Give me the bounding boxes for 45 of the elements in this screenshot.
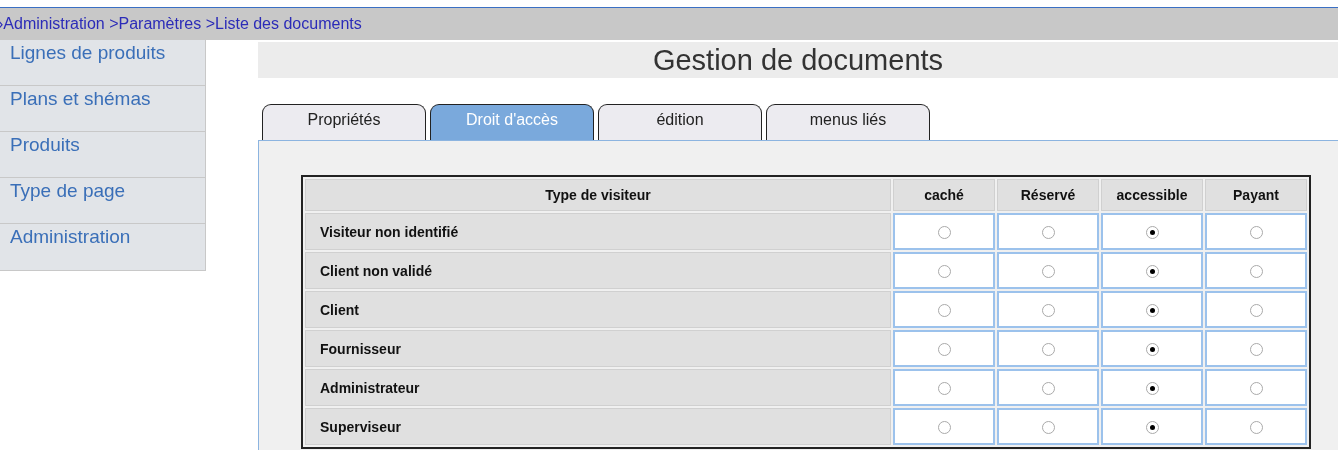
- tab[interactable]: édition: [598, 104, 762, 140]
- radio-button[interactable]: [1041, 264, 1055, 278]
- radio-button[interactable]: [1249, 342, 1263, 356]
- row-label: Client non validé: [305, 252, 891, 289]
- row-label: Superviseur: [305, 408, 891, 445]
- radio-button[interactable]: [1249, 264, 1263, 278]
- radio-button[interactable]: [1249, 303, 1263, 317]
- tab[interactable]: Droit d'accès: [430, 104, 594, 140]
- radio-button[interactable]: [1249, 420, 1263, 434]
- radio-button[interactable]: [937, 420, 951, 434]
- tab[interactable]: menus liés: [766, 104, 930, 140]
- column-header: Type de visiteur: [305, 179, 891, 211]
- sidebar-item[interactable]: Produits: [0, 132, 205, 178]
- radio-button[interactable]: [1145, 225, 1159, 239]
- radio-button[interactable]: [937, 342, 951, 356]
- column-header: Réservé: [997, 179, 1099, 211]
- column-header: Payant: [1205, 179, 1307, 211]
- sidebar-item[interactable]: Type de page: [0, 178, 205, 224]
- radio-button[interactable]: [937, 303, 951, 317]
- radio-button[interactable]: [1145, 303, 1159, 317]
- row-label: Fournisseur: [305, 330, 891, 367]
- sidebar-item[interactable]: Plans et shémas: [0, 86, 205, 132]
- radio-button[interactable]: [1041, 420, 1055, 434]
- radio-button[interactable]: [1041, 381, 1055, 395]
- radio-button[interactable]: [937, 381, 951, 395]
- radio-button[interactable]: [1145, 342, 1159, 356]
- radio-button[interactable]: [1249, 381, 1263, 395]
- radio-button[interactable]: [1145, 264, 1159, 278]
- page-title: Gestion de documents: [258, 42, 1338, 78]
- row-label: Client: [305, 291, 891, 328]
- tab[interactable]: Propriétés: [262, 104, 426, 140]
- radio-button[interactable]: [1041, 342, 1055, 356]
- column-header: caché: [893, 179, 995, 211]
- radio-button[interactable]: [937, 225, 951, 239]
- radio-button[interactable]: [1145, 420, 1159, 434]
- radio-button[interactable]: [1041, 303, 1055, 317]
- row-label: Administrateur: [305, 369, 891, 406]
- sidebar-item[interactable]: Administration: [0, 224, 205, 270]
- radio-button[interactable]: [1145, 381, 1159, 395]
- row-label: Visiteur non identifié: [305, 213, 891, 250]
- radio-button[interactable]: [1041, 225, 1055, 239]
- sidebar-item[interactable]: Lignes de produits: [0, 40, 205, 86]
- column-header: accessible: [1101, 179, 1203, 211]
- radio-button[interactable]: [1249, 225, 1263, 239]
- radio-button[interactable]: [937, 264, 951, 278]
